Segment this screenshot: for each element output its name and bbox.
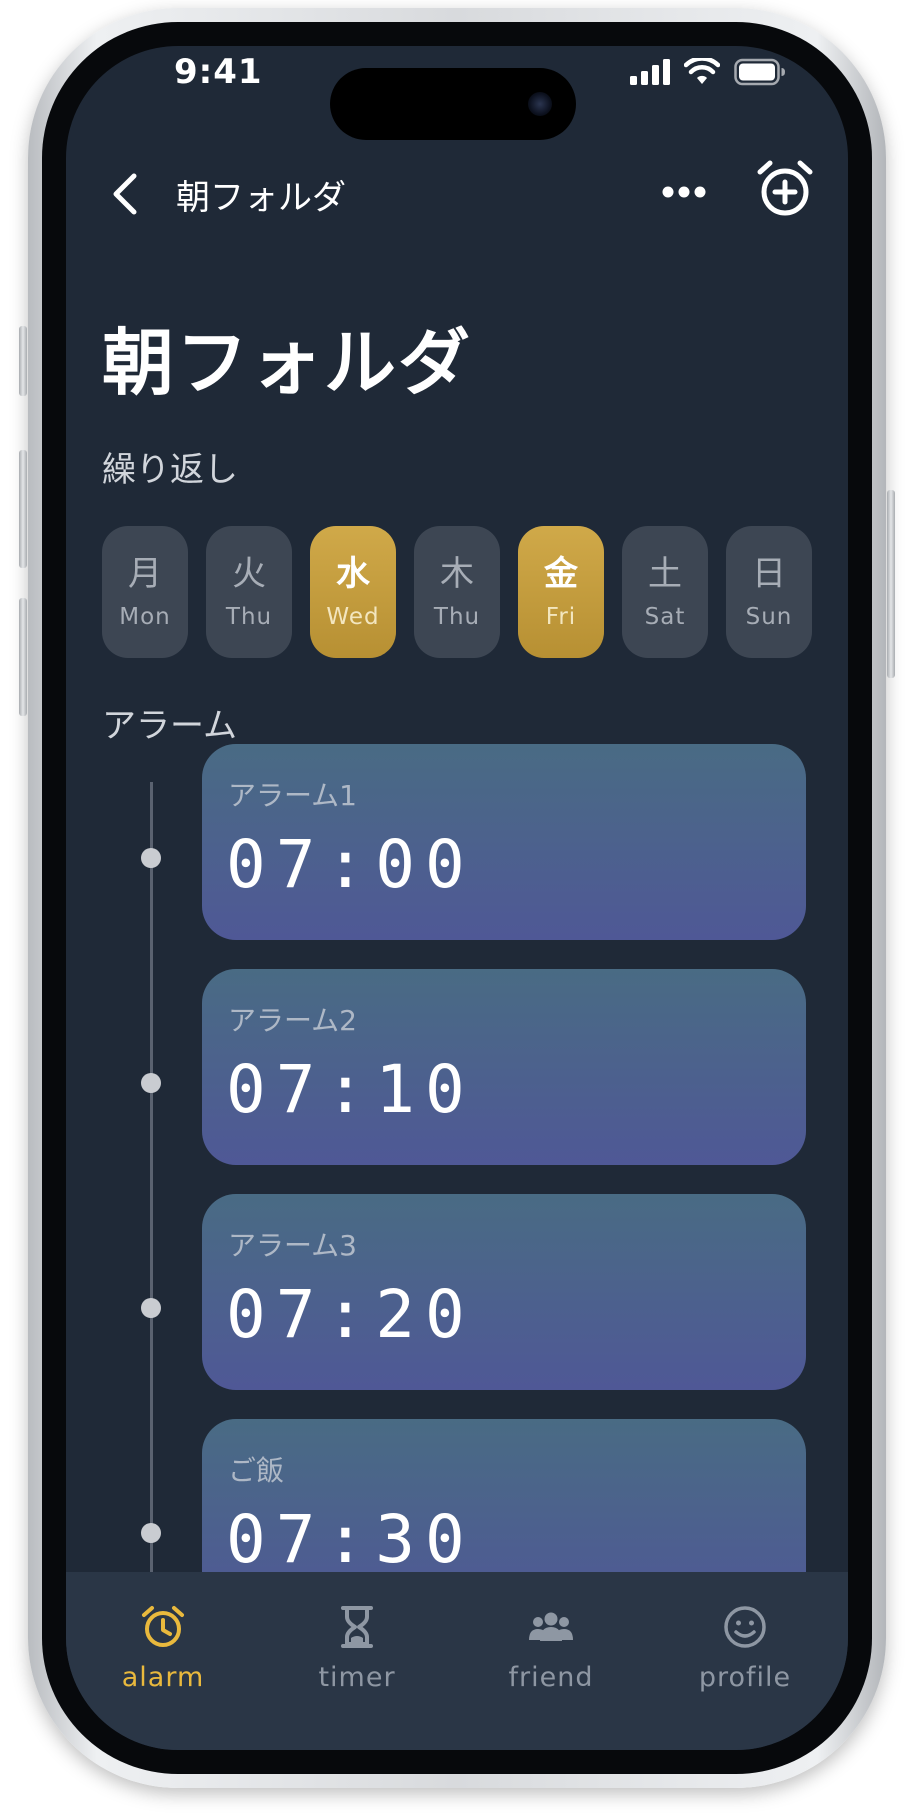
day-chip-thu[interactable]: 木 Thu — [414, 526, 500, 658]
tab-friend[interactable]: friend — [454, 1572, 648, 1722]
timeline-dot — [141, 848, 161, 868]
nav-bar: 朝フォルダ — [66, 150, 848, 240]
camera-dot — [528, 92, 552, 116]
volume-up-button — [19, 450, 27, 568]
volume-down-button — [19, 598, 27, 716]
alarm-name: アラーム3 — [228, 1229, 357, 1262]
day-kanji: 火 — [232, 554, 266, 594]
power-button — [887, 490, 895, 678]
alarm-name: アラーム2 — [228, 1004, 357, 1037]
smiley-icon — [724, 1606, 766, 1648]
status-icons — [630, 58, 786, 86]
people-icon — [529, 1612, 573, 1641]
timeline-dot — [141, 1073, 161, 1093]
hourglass-icon — [341, 1606, 373, 1648]
dynamic-island — [330, 68, 576, 140]
page-title: 朝フォルダ — [102, 321, 473, 405]
more-options-icon[interactable] — [660, 182, 708, 202]
nav-title: 朝フォルダ — [176, 178, 346, 218]
day-kanji: 日 — [752, 554, 786, 594]
tab-label: profile — [698, 1662, 792, 1693]
alarm-name: ご飯 — [228, 1454, 285, 1487]
day-kanji: 金 — [544, 554, 578, 594]
tab-label: timer — [318, 1662, 396, 1693]
alarm-card[interactable]: アラーム3 07:20 — [202, 1194, 806, 1390]
day-label: Wed — [326, 604, 380, 630]
timeline-dot — [141, 1298, 161, 1318]
alarm-time: 07:20 — [226, 1276, 475, 1353]
repeat-label: 繰り返し — [102, 450, 238, 490]
action-button — [19, 326, 27, 396]
day-kanji: 木 — [440, 554, 474, 594]
wifi-icon — [684, 58, 720, 84]
tab-timer[interactable]: timer — [260, 1572, 454, 1722]
alarm-time: 07:10 — [226, 1051, 475, 1128]
timeline-dot — [141, 1523, 161, 1543]
alarm-section-label: アラーム — [102, 706, 237, 746]
day-label: Fri — [545, 604, 577, 630]
cellular-signal-icon — [630, 59, 670, 85]
alarm-card[interactable]: アラーム2 07:10 — [202, 969, 806, 1165]
day-kanji: 月 — [128, 554, 162, 594]
repeat-days: 月 Mon 火 Thu 水 Wed 木 Thu 金 Fri 土 Sat 日 Su… — [102, 526, 812, 658]
alarm-time: 07:30 — [226, 1501, 475, 1578]
tab-bar: alarm timer friend profile — [66, 1572, 848, 1750]
day-label: Sun — [745, 604, 793, 630]
tab-label: friend — [508, 1662, 594, 1693]
day-chip-sun[interactable]: 日 Sun — [726, 526, 812, 658]
day-chip-fri[interactable]: 金 Fri — [518, 526, 604, 658]
day-label: Sat — [644, 604, 686, 630]
day-kanji: 水 — [336, 554, 370, 594]
alarm-clock-icon — [142, 1606, 184, 1647]
day-label: Thu — [225, 604, 273, 630]
tab-label: alarm — [121, 1662, 205, 1693]
day-chip-wed[interactable]: 水 Wed — [310, 526, 396, 658]
day-chip-sat[interactable]: 土 Sat — [622, 526, 708, 658]
back-chevron-icon[interactable] — [106, 170, 150, 218]
alarm-card[interactable]: アラーム1 07:00 — [202, 744, 806, 940]
tab-alarm[interactable]: alarm — [66, 1572, 260, 1722]
day-label: Mon — [119, 604, 171, 630]
timeline-line — [150, 782, 153, 1602]
status-time: 9:41 — [174, 52, 263, 92]
day-kanji: 土 — [648, 554, 682, 594]
day-chip-mon[interactable]: 月 Mon — [102, 526, 188, 658]
day-label: Thu — [433, 604, 481, 630]
battery-icon — [734, 58, 785, 86]
screen: 9:41 朝フォルダ 朝フォルダ 繰り返し 月 Mon 火 Thu 水 Wed … — [66, 46, 848, 1750]
tab-profile[interactable]: profile — [648, 1572, 842, 1722]
alarm-name: アラーム1 — [228, 779, 357, 812]
day-chip-tue[interactable]: 火 Thu — [206, 526, 292, 658]
add-alarm-icon[interactable] — [754, 158, 816, 220]
alarm-time: 07:00 — [226, 826, 475, 903]
